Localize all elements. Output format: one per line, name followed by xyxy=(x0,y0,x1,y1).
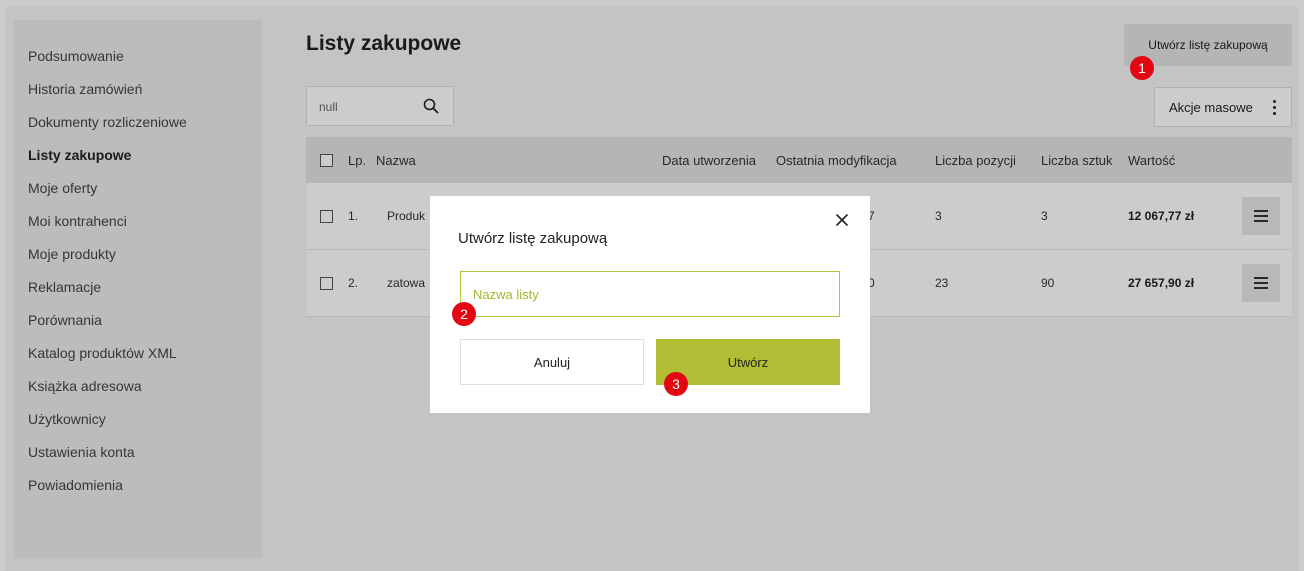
modal-title: Utwórz listę zakupową xyxy=(458,230,608,247)
close-icon[interactable] xyxy=(834,212,850,228)
step-badge-3: 3 xyxy=(664,372,688,396)
create-list-modal: Utwórz listę zakupową Anuluj Utwórz xyxy=(430,196,870,413)
step-badge-1: 1 xyxy=(1130,56,1154,80)
step-badge-2: 2 xyxy=(452,302,476,326)
cancel-button[interactable]: Anuluj xyxy=(460,339,644,385)
list-name-input[interactable] xyxy=(460,271,840,317)
